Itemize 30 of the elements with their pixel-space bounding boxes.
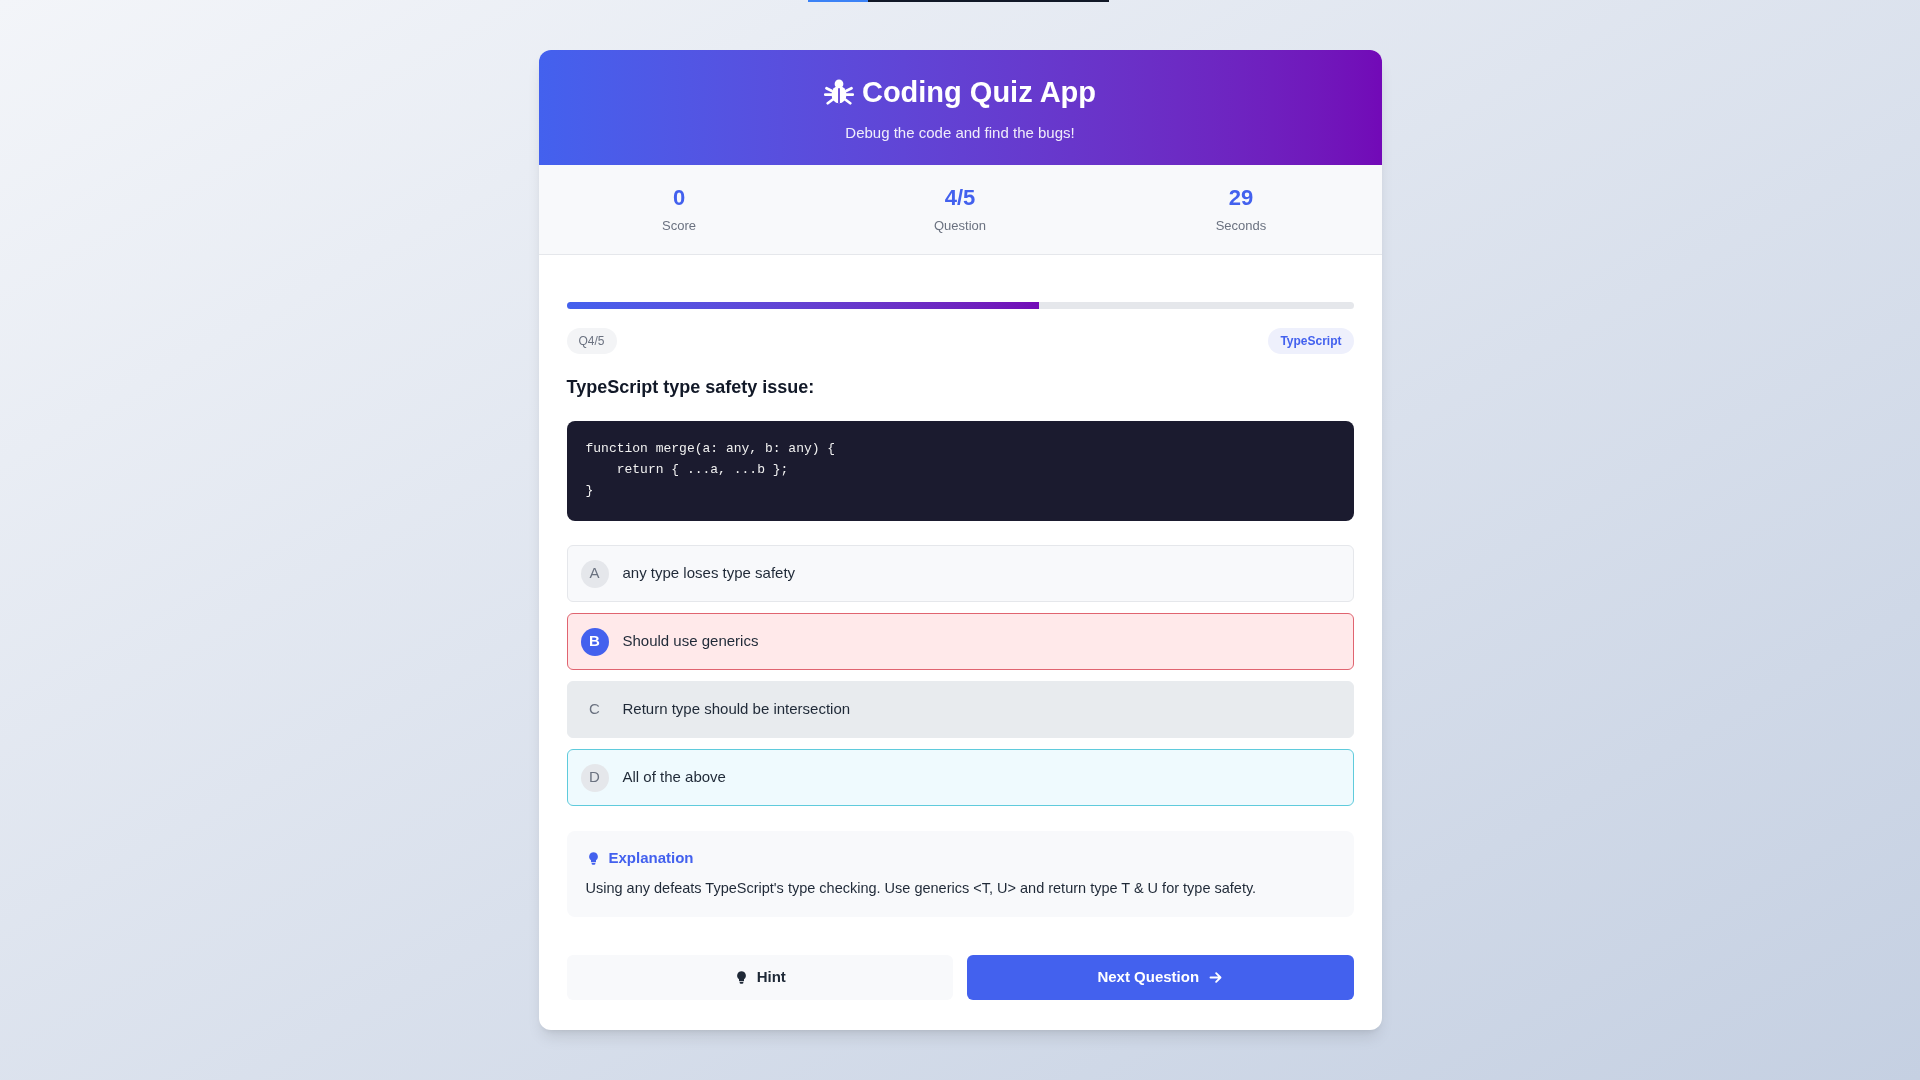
app-title: Coding Quiz App <box>861 74 1097 110</box>
option-text: All of the above <box>622 767 726 788</box>
option-letter: B <box>580 627 609 656</box>
option-text: any type loses type safety <box>622 563 796 584</box>
option-letter: D <box>580 763 609 792</box>
code-block: function merge(a: any, b: any) { return { ...a, ...b }; } <box>566 421 1354 521</box>
stat-label: Score <box>662 216 696 235</box>
answer-option[interactable]: D All of the above <box>566 749 1354 806</box>
question-number-badge: Q4/5 <box>566 328 617 354</box>
language-tag: TypeScript <box>1268 328 1354 354</box>
stat-label: Seconds <box>1215 216 1267 235</box>
app-subtitle: Debug the code and find the bugs! <box>845 123 1075 143</box>
next-question-button[interactable]: Next Question <box>967 955 1354 1000</box>
answer-option[interactable]: A any type loses type safety <box>566 545 1354 602</box>
hint-button[interactable]: Hint <box>566 955 953 1000</box>
stat-value: 29 <box>1228 183 1254 212</box>
option-text: Should use generics <box>622 631 759 652</box>
stat-value: 4/5 <box>944 183 976 212</box>
bug-icon <box>823 77 854 108</box>
arrow-right-icon <box>1208 970 1224 985</box>
option-letter: A <box>580 559 609 588</box>
explanation-text: Using any defeats TypeScript's type checking. Use generics <T, U> and return type T & U for type safety. <box>585 878 1258 898</box>
stat-label: Question <box>933 216 986 235</box>
explanation-title: Explanation <box>608 848 694 868</box>
answer-option[interactable]: C Return type should be intersection <box>566 681 1354 738</box>
stat-value: 0 <box>672 183 686 212</box>
answer-option[interactable]: B Should use generics <box>566 613 1354 670</box>
option-letter: C <box>588 699 601 720</box>
option-text: Return type should be intersection <box>622 699 851 720</box>
question-prompt: TypeScript type safety issue: <box>566 376 816 399</box>
